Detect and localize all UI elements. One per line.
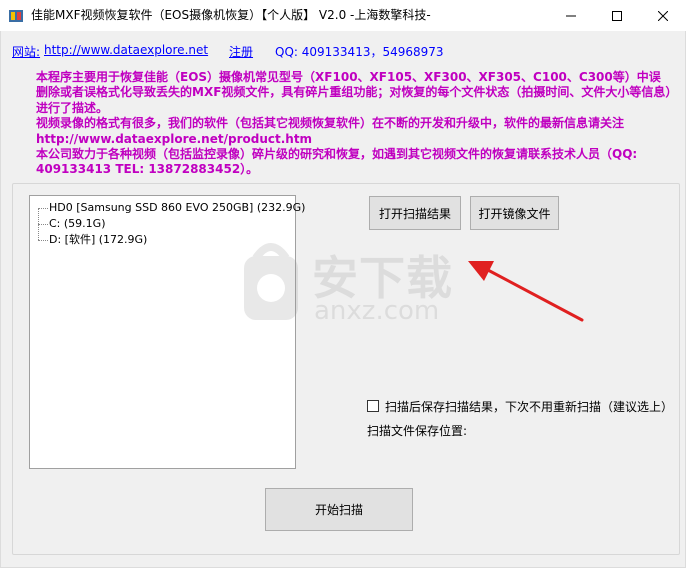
minimize-icon [566,15,576,16]
app-icon [9,10,23,22]
site-label[interactable]: 网站: [12,43,40,60]
drive-tree[interactable]: HD0 [Samsung SSD 860 EVO 250GB] (232.9G)… [29,195,305,469]
register-link[interactable]: 注册 [229,43,253,60]
intro-text: 本程序主要用于恢复佳能（EOS）摄像机常见型号（XF100、XF105、XF30… [12,70,672,178]
maximize-button[interactable] [594,0,640,31]
close-icon [658,10,668,21]
intro-paragraph-1: 本程序主要用于恢复佳能（EOS）摄像机常见型号（XF100、XF105、XF30… [36,70,672,115]
save-location-label: 扫描文件保存位置: [367,424,468,438]
minimize-button[interactable] [548,0,594,31]
open-scan-result-button[interactable]: 打开扫描结果 [369,196,461,230]
start-scan-button[interactable]: 开始扫描 [265,488,413,531]
save-result-checkbox[interactable] [367,400,379,412]
tree-connector [38,208,48,209]
tree-connector [38,240,48,241]
window-title: 佳能MXF视频恢复软件（EOS摄像机恢复）【个人版】 V2.0 -上海数擎科技- [31,8,431,22]
intro-paragraph-2: 视频录像的格式有很多，我们的软件（包括其它视频恢复软件）在不断的开发和升级中，软… [36,116,625,146]
qq-info: QQ: 409133413，54968973 [275,45,444,59]
open-image-file-button[interactable]: 打开镜像文件 [470,196,559,230]
close-button[interactable] [640,0,686,31]
title-bar: 佳能MXF视频恢复软件（EOS摄像机恢复）【个人版】 V2.0 -上海数擎科技- [0,0,686,31]
save-result-label: 扫描后保存扫描结果，下次不用重新扫描（建议选上） [385,400,674,414]
tree-item-c[interactable]: C: (59.1G) [49,216,105,232]
tree-item-hd0[interactable]: HD0 [Samsung SSD 860 EVO 250GB] (232.9G) [49,200,305,216]
tree-item-d[interactable]: D: [软件] (172.9G) [49,232,147,248]
site-url-link[interactable]: http://www.dataexplore.net [44,43,208,57]
maximize-icon [612,10,622,21]
tree-connector [38,224,48,225]
intro-paragraph-3: 本公司致力于各种视频（包括监控录像）碎片级的研究和恢复，如遇到其它视频文件的恢复… [36,147,638,177]
